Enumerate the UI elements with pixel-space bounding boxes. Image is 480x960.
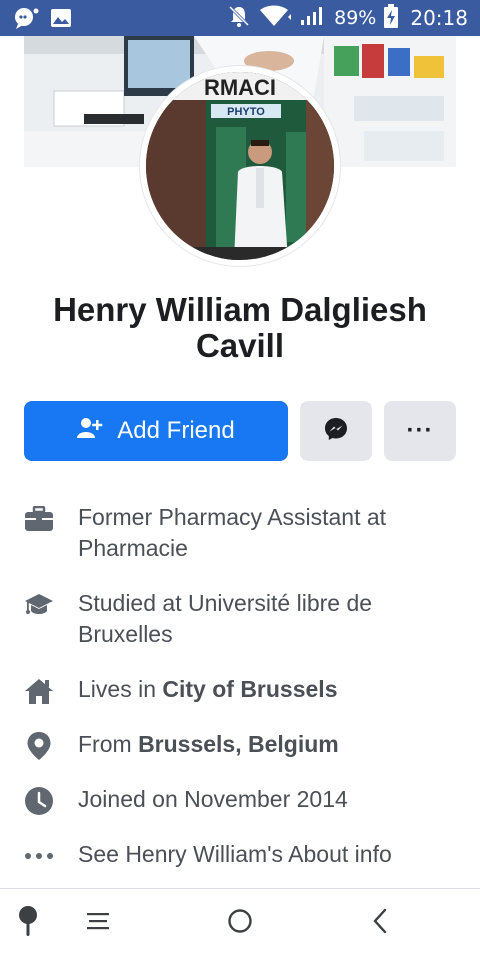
more-dots-icon [24,841,54,871]
circle-home-icon [227,908,253,939]
info-lives-in-prefix: Lives in [78,676,163,702]
info-work: Former Pharmacy Assistant at Pharmacie [24,502,456,564]
battery-charging-icon [384,3,399,33]
add-friend-label: Add Friend [117,417,235,444]
graduation-cap-icon [24,590,54,620]
pin-icon [17,905,39,942]
info-education-text: Studied at Université libre de Bruxelles [78,590,373,647]
signal-icon [300,6,326,31]
info-education: Studied at Université libre de Bruxelles [24,588,456,650]
chevron-left-icon [371,908,389,939]
info-joined: Joined on November 2014 [24,784,456,816]
back-button[interactable] [360,903,400,943]
info-joined-text: Joined on November 2014 [78,786,348,812]
clock-time: 20:18 [410,6,468,30]
navigation-bar [0,889,480,960]
info-see-about[interactable]: See Henry William's About info [24,839,456,871]
profile-name: Henry William Dalgliesh Cavill [53,291,427,364]
status-bar: 89% 20:18 [0,0,480,36]
clock-icon [24,786,54,816]
info-hometown-prefix: From [78,731,139,757]
assistant-pin-button[interactable] [8,903,48,943]
menu-button[interactable] [78,903,118,943]
battery-percentage: 89% [334,7,377,29]
home-button[interactable] [220,903,260,943]
wifi-icon [258,5,292,32]
mute-icon [228,4,250,33]
message-button[interactable] [300,401,372,461]
info-hometown-place[interactable]: Brussels, Belgium [138,731,339,757]
avatar[interactable]: RMACI PHYTO [146,72,334,260]
add-person-icon [77,417,103,446]
info-hometown: From Brussels, Belgium [24,729,456,761]
messenger-icon [323,416,349,447]
info-work-text: Former Pharmacy Assistant at Pharmacie [78,504,387,561]
location-pin-icon [24,731,54,761]
home-icon [24,676,54,706]
phyto-sign-text: PHYTO [227,106,265,118]
hamburger-icon [86,911,110,936]
briefcase-icon [24,504,54,534]
info-lives-in: Lives in City of Brussels [24,674,456,706]
pharmacy-sign-text: RMACI [204,75,276,100]
info-lives-in-city[interactable]: City of Brussels [162,676,337,702]
more-options-button[interactable]: ··· [384,401,456,461]
chat-notification-icon [14,6,40,35]
add-friend-button[interactable]: Add Friend [24,401,288,461]
see-about-link[interactable]: See Henry William's About info [78,841,392,867]
image-notification-icon [50,8,72,33]
